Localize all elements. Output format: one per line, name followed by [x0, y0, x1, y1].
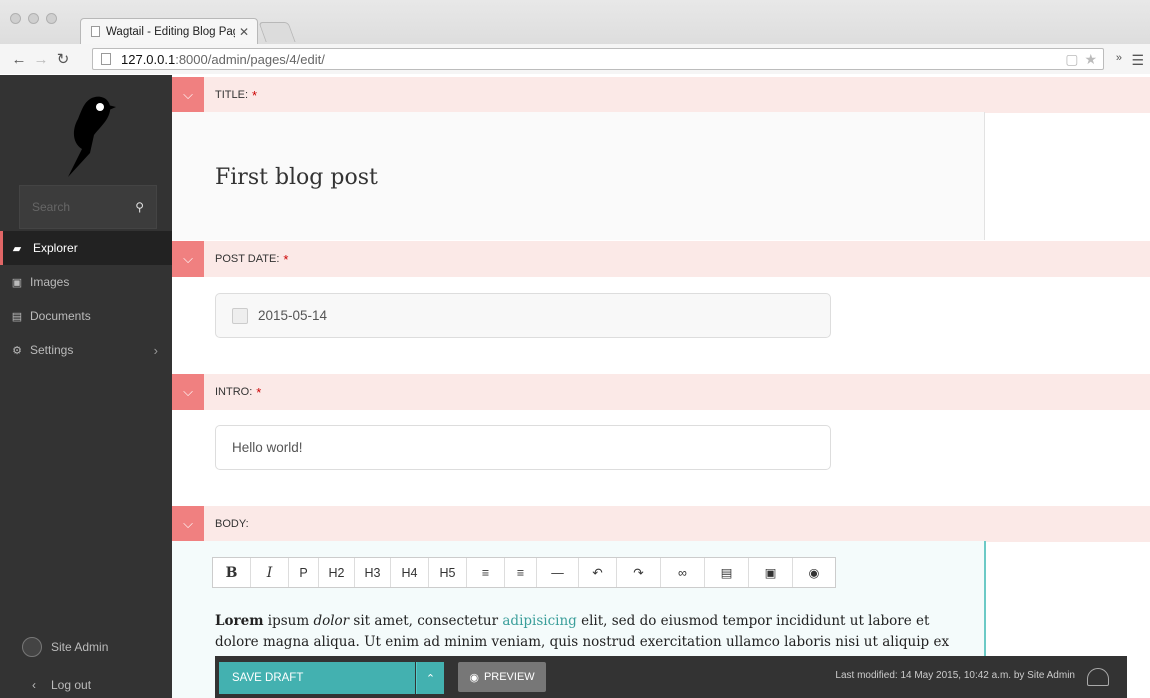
forward-icon[interactable]: → — [30, 51, 52, 68]
close-tab-icon[interactable]: ✕ — [239, 25, 249, 39]
redo-icon[interactable]: ↷ — [617, 558, 661, 587]
reload-icon[interactable]: ↻ — [52, 50, 74, 68]
unordered-list-icon[interactable]: ≡ — [505, 558, 537, 587]
address-bar[interactable]: 127.0.0.1:8000/admin/pages/4/edit/ ▢ ★ — [92, 48, 1104, 70]
document-icon: ▤ — [11, 310, 23, 323]
required-marker: * — [252, 87, 258, 103]
bookmark-star-icon[interactable]: ★ — [1084, 51, 1097, 68]
body-field-header[interactable]: ⌵ BODY: — [172, 506, 1150, 542]
preview-label: PREVIEW — [483, 671, 535, 683]
preview-button[interactable]: ◉ PREVIEW — [458, 662, 546, 692]
sidebar-item-label: Explorer — [33, 241, 78, 255]
close-window-button[interactable] — [10, 13, 21, 24]
image-icon[interactable]: ▣ — [749, 558, 793, 587]
page-icon — [91, 26, 100, 37]
logout-label: Log out — [51, 678, 92, 692]
intro-input[interactable]: Hello world! — [215, 425, 831, 470]
field-label: INTRO: — [215, 386, 253, 398]
sidebar-item-images[interactable]: ▣ Images — [0, 265, 172, 299]
rich-text-toolbar: B I P H2 H3 H4 H5 ≡ ≡ — ↶ ↷ ∞ ▤ ▣ ◉ — [212, 557, 836, 588]
eye-icon: ◉ — [469, 671, 479, 684]
chevron-down-icon[interactable]: ⌵ — [172, 374, 204, 410]
ordered-list-icon[interactable]: ≡ — [467, 558, 505, 587]
sidebar-item-explorer[interactable]: ▰ Explorer — [0, 231, 172, 265]
h4-button[interactable]: H4 — [391, 558, 429, 587]
folder-icon: ▰ — [12, 242, 22, 255]
chevron-down-icon[interactable]: ⌵ — [172, 77, 204, 113]
field-label: BODY: — [215, 518, 249, 530]
new-tab-button[interactable] — [258, 22, 296, 42]
save-draft-button[interactable]: SAVE DRAFT — [219, 662, 415, 694]
field-label: TITLE: — [215, 89, 249, 101]
intro-field-header[interactable]: ⌵ INTRO: * — [172, 374, 1150, 410]
link-icon[interactable]: ∞ — [661, 558, 705, 587]
bold-text: Lorem — [215, 613, 264, 629]
sidebar-item-label: Settings — [30, 343, 74, 357]
body-text-2: sit amet, consectetur — [349, 613, 503, 629]
browser-chrome: Wagtail - Editing Blog Page ✕ ← → ↻ 127.… — [0, 0, 1150, 74]
chevron-down-icon[interactable]: ⌵ — [172, 506, 204, 542]
logout-link[interactable]: ‹ Log out — [0, 673, 172, 697]
field-label: POST DATE: — [215, 253, 280, 265]
sidebar-item-settings[interactable]: ⚙ Settings › — [0, 333, 172, 367]
date-field-header[interactable]: ⌵ POST DATE: * — [172, 241, 1150, 277]
chevron-up-icon[interactable]: ⌃ — [416, 662, 444, 694]
date-value: 2015-05-14 — [258, 308, 328, 323]
h3-button[interactable]: H3 — [355, 558, 391, 587]
browser-tab[interactable]: Wagtail - Editing Blog Page ✕ — [80, 18, 258, 44]
date-input[interactable]: 2015-05-14 — [215, 293, 831, 338]
wagtail-logo-icon[interactable] — [60, 93, 116, 183]
browser-menu-icon[interactable]: ☰ — [1131, 52, 1144, 69]
title-input[interactable]: First blog post — [215, 165, 378, 190]
italic-button[interactable]: I — [251, 558, 289, 587]
bold-button[interactable]: B — [213, 558, 251, 587]
account-menu[interactable]: Site Admin — [0, 632, 172, 662]
extensions-overflow-icon[interactable]: » — [1116, 52, 1122, 64]
maximize-window-button[interactable] — [46, 13, 57, 24]
search-icon[interactable]: ⚲ — [135, 200, 144, 214]
minimize-window-button[interactable] — [28, 13, 39, 24]
body-link[interactable]: adipisicing — [502, 613, 576, 629]
action-footer: SAVE DRAFT ⌃ ◉ PREVIEW Last modified: 14… — [215, 656, 1127, 698]
search-placeholder: Search — [32, 200, 71, 214]
calendar-icon — [232, 307, 248, 324]
body-content[interactable]: Lorem ipsum dolor sit amet, consectetur … — [215, 611, 955, 653]
h5-button[interactable]: H5 — [429, 558, 467, 587]
sidebar-item-label: Documents — [30, 309, 91, 323]
italic-text: dolor — [313, 613, 350, 629]
required-marker: * — [256, 384, 262, 400]
divider — [984, 112, 985, 240]
sidebar: Search ⚲ ▰ Explorer ▣ Images ▤ Documents… — [0, 75, 172, 698]
horizontal-rule-icon[interactable]: — — [537, 558, 579, 587]
search-input[interactable]: Search ⚲ — [19, 185, 157, 229]
avatar — [22, 637, 42, 657]
tab-title: Wagtail - Editing Blog Page — [106, 25, 235, 38]
title-field-header[interactable]: ⌵ TITLE: * — [172, 77, 1150, 113]
extension-icon[interactable]: ▢ — [1065, 51, 1078, 68]
image-icon: ▣ — [11, 276, 23, 289]
sidebar-item-label: Images — [30, 275, 70, 289]
paragraph-button[interactable]: P — [289, 558, 319, 587]
chevron-left-icon: ‹ — [32, 678, 36, 692]
body-text-1: ipsum — [263, 613, 314, 629]
chevron-down-icon[interactable]: ⌵ — [172, 241, 204, 277]
sidebar-item-documents[interactable]: ▤ Documents — [0, 299, 172, 333]
url-path: :8000/admin/pages/4/edit/ — [175, 51, 325, 67]
embed-icon[interactable]: ◉ — [793, 558, 835, 587]
edit-form: ⌵ TITLE: * First blog post ⌵ POST DATE: … — [172, 75, 1150, 698]
undo-icon[interactable]: ↶ — [579, 558, 617, 587]
chevron-right-icon: › — [153, 342, 158, 358]
browser-toolbar: ← → ↻ 127.0.0.1:8000/admin/pages/4/edit/… — [0, 44, 1150, 74]
cogs-icon: ⚙ — [12, 344, 22, 357]
user-name: Site Admin — [51, 640, 109, 654]
page-icon — [101, 53, 111, 65]
intro-value: Hello world! — [232, 440, 303, 455]
required-marker: * — [283, 251, 289, 267]
back-icon[interactable]: ← — [8, 51, 30, 68]
h2-button[interactable]: H2 — [319, 558, 355, 587]
document-icon[interactable]: ▤ — [705, 558, 749, 587]
avatar — [1087, 668, 1109, 686]
last-modified: Last modified: 14 May 2015, 10:42 a.m. b… — [835, 670, 1075, 681]
url-host: 127.0.0.1 — [121, 51, 176, 67]
